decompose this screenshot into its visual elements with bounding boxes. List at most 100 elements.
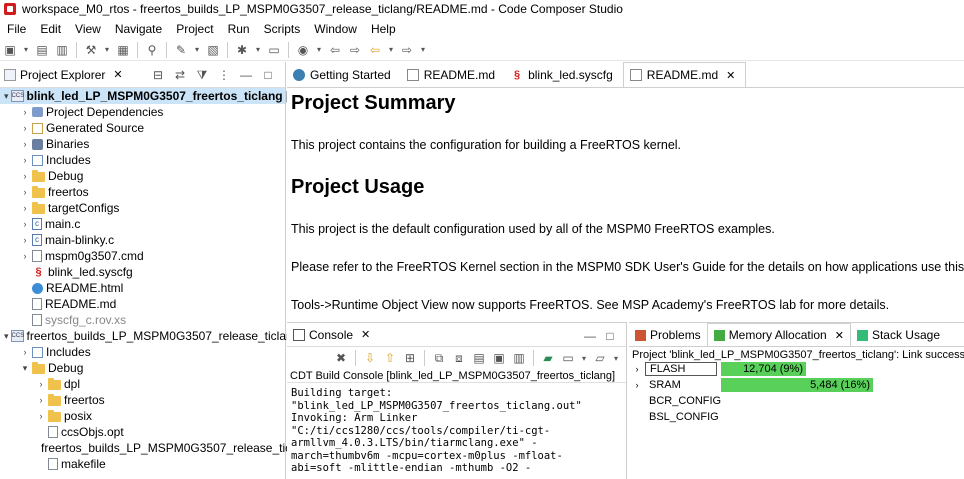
close-icon[interactable]: ✕ [835, 329, 844, 342]
chevron-right-icon[interactable]: › [20, 139, 30, 149]
memory-row[interactable]: › FLASH 12,704 (9%) [629, 361, 964, 377]
chevron-right-icon[interactable]: › [36, 395, 46, 405]
tree-item[interactable]: syscfg_c.rov.xs [0, 312, 285, 328]
flash-icon[interactable]: ▧ [205, 42, 221, 58]
tree-item[interactable]: › c main.c [0, 216, 285, 232]
close-icon[interactable]: ✕ [113, 68, 122, 81]
tree-item[interactable]: › mspm0g3507.cmd [0, 248, 285, 264]
project-explorer-tab[interactable]: Project Explorer ✕ [0, 62, 127, 88]
prev-edit-icon[interactable]: ⇦ [327, 42, 343, 58]
scroll-lock-icon[interactable]: ⊞ [402, 350, 418, 366]
tree-item[interactable]: › Binaries [0, 136, 285, 152]
forward-icon[interactable]: ⇨ [399, 42, 415, 58]
display-console-icon[interactable]: ▥ [511, 350, 527, 366]
minimize-icon[interactable]: — [238, 67, 254, 83]
open-console-icon[interactable]: ▰ [540, 350, 556, 366]
back-icon[interactable]: ⇦ [367, 42, 383, 58]
menu-window[interactable]: Window [307, 22, 364, 36]
tree-item[interactable]: ▾ CCS blink_led_LP_MSPM0G3507_freertos_tic… [0, 88, 326, 104]
chevron-down-icon[interactable]: ▾ [4, 331, 9, 342]
prev-error-icon[interactable]: ⇧ [382, 350, 398, 366]
stop-icon[interactable]: ▭ [266, 42, 282, 58]
word-wrap-icon[interactable]: ⧈ [451, 350, 467, 366]
menu-edit[interactable]: Edit [33, 22, 68, 36]
chevron-right-icon[interactable]: › [20, 203, 30, 213]
link-with-editor-icon[interactable]: ⇄ [172, 67, 188, 83]
tree-item[interactable]: › targetConfigs [0, 200, 285, 216]
editor-tab[interactable]: Getting Started [287, 63, 401, 87]
memory-row[interactable]: BSL_CONFIG [629, 409, 964, 425]
tree-item[interactable]: ccsObjs.opt [0, 424, 285, 440]
chevron-down-icon[interactable]: ▾ [20, 363, 30, 374]
console-tab[interactable]: Console ✕ [287, 328, 376, 342]
build-hammer-icon[interactable]: ⚒ [83, 42, 99, 58]
chevron-right-icon[interactable]: › [36, 411, 46, 421]
next-error-icon[interactable]: ⇩ [362, 350, 378, 366]
new-dropdown-icon[interactable]: ▾ [22, 42, 30, 58]
menu-help[interactable]: Help [364, 22, 403, 36]
forward-dropdown-icon[interactable]: ▾ [419, 42, 427, 58]
tree-item[interactable]: ▾ CCS freertos_builds_LP_MSPM0G3507_releas… [0, 328, 299, 344]
debug-dropdown-icon[interactable]: ▾ [193, 42, 201, 58]
memory-row[interactable]: BCR_CONFIG [629, 393, 964, 409]
external-tools-icon[interactable]: ◉ [295, 42, 311, 58]
maximize-icon[interactable]: □ [602, 328, 618, 344]
filter-icon[interactable]: ⧩ [194, 67, 210, 83]
menu-view[interactable]: View [68, 22, 108, 36]
editor-tab[interactable]: README.md ✕ [622, 62, 747, 87]
console-output[interactable]: Building target: "blink_led_LP_MSPM0G3507… [287, 383, 626, 479]
menu-scripts[interactable]: Scripts [257, 22, 308, 36]
external-tools-dropdown-icon[interactable]: ▾ [315, 42, 323, 58]
chevron-right-icon[interactable]: › [36, 379, 46, 389]
save-icon[interactable]: ▤ [34, 42, 50, 58]
tree-item[interactable]: › Generated Source [0, 120, 285, 136]
tree-item[interactable]: › Includes [0, 152, 285, 168]
collapse-all-icon[interactable]: ⊟ [150, 67, 166, 83]
chevron-down-icon[interactable]: ▾ [4, 91, 9, 102]
show-console-icon[interactable]: ▤ [471, 350, 487, 366]
editor-tab[interactable]: README.md [401, 63, 505, 87]
copy-icon[interactable]: ⧉ [431, 350, 447, 366]
view-menu-icon[interactable]: ⋮ [216, 67, 232, 83]
chevron-right-icon[interactable]: › [20, 251, 30, 261]
maximize-icon[interactable]: □ [260, 67, 276, 83]
bottom-tab[interactable]: Problems [629, 324, 707, 346]
menu-navigate[interactable]: Navigate [108, 22, 169, 36]
tree-item[interactable]: § blink_led.syscfg [0, 264, 285, 280]
new-console-icon[interactable]: ▱ [592, 350, 608, 366]
chevron-right-icon[interactable]: › [20, 171, 30, 181]
chevron-right-icon[interactable]: › [20, 347, 30, 357]
chevron-right-icon[interactable]: › [20, 235, 30, 245]
tree-item[interactable]: makefile [0, 456, 285, 472]
save-all-icon[interactable]: ▥ [54, 42, 70, 58]
bottom-tab[interactable]: Stack Usage [851, 324, 946, 346]
chevron-right-icon[interactable]: › [20, 107, 30, 117]
tree-item[interactable]: › dpl [0, 376, 285, 392]
tree-item[interactable]: › freertos [0, 184, 285, 200]
chevron-right-icon[interactable]: › [20, 219, 30, 229]
tree-item[interactable]: › c main-blinky.c [0, 232, 285, 248]
tree-item[interactable]: › Debug [0, 168, 285, 184]
tree-item[interactable]: › posix [0, 408, 285, 424]
chevron-right-icon[interactable]: › [629, 380, 645, 390]
close-icon[interactable]: ✕ [361, 328, 370, 341]
tree-item[interactable]: ▾ Debug [0, 360, 285, 376]
console-menu-icon[interactable]: ▭ [560, 350, 576, 366]
back-dropdown-icon[interactable]: ▾ [387, 42, 395, 58]
chevron-right-icon[interactable]: › [629, 364, 645, 374]
menu-project[interactable]: Project [169, 22, 220, 36]
tree-item[interactable]: README.html [0, 280, 285, 296]
pin-console-icon[interactable]: ▣ [491, 350, 507, 366]
chevron-right-icon[interactable]: › [20, 123, 30, 133]
close-icon[interactable]: ✕ [726, 69, 735, 82]
memory-row[interactable]: › SRAM 5,484 (16%) [629, 377, 964, 393]
clear-console-icon[interactable]: ✖ [333, 350, 349, 366]
console-view-icon[interactable]: ▦ [115, 42, 131, 58]
next-edit-icon[interactable]: ⇨ [347, 42, 363, 58]
menu-file[interactable]: File [0, 22, 33, 36]
console-menu-dropdown-icon[interactable]: ▾ [580, 350, 588, 366]
tree-item[interactable]: › Includes [0, 344, 285, 360]
bug-icon[interactable]: ✱ [234, 42, 250, 58]
debug-icon[interactable]: ✎ [173, 42, 189, 58]
bug-dropdown-icon[interactable]: ▾ [254, 42, 262, 58]
